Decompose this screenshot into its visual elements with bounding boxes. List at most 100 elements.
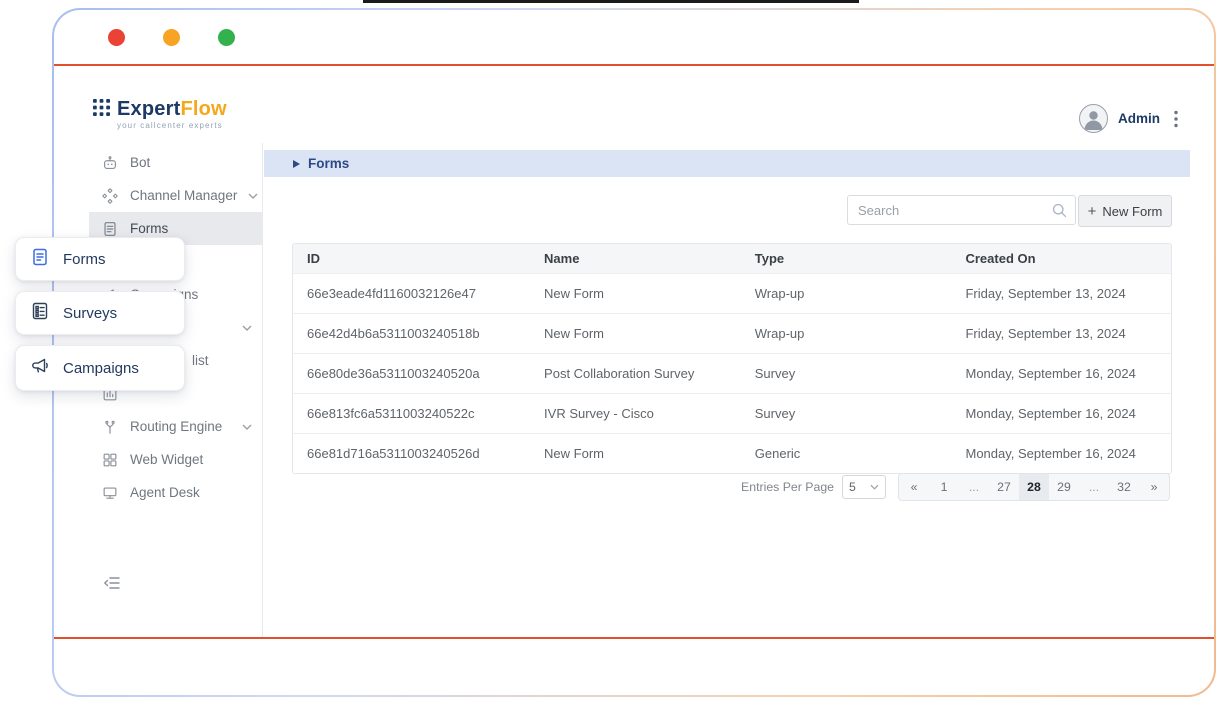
cell-name: IVR Survey - Cisco xyxy=(530,406,741,421)
entries-per-page-label: Entries Per Page xyxy=(741,480,834,494)
chevron-down-icon xyxy=(242,325,252,331)
logo-text: ExpertFlow your callcenter experts xyxy=(117,99,227,130)
pager: « 1 ... 27 28 29 ... 32 » xyxy=(898,473,1170,501)
logo-grid-icon xyxy=(93,99,110,121)
callout-surveys[interactable]: Surveys xyxy=(15,291,185,335)
cell-id: 66e42d4b6a5311003240518b xyxy=(293,326,530,341)
column-header-created-on[interactable]: Created On xyxy=(951,251,1171,266)
agent-desk-icon xyxy=(101,484,119,502)
web-widget-icon xyxy=(101,451,119,469)
logo-tagline: your callcenter experts xyxy=(117,122,227,130)
callout-label: Campaigns xyxy=(63,360,139,377)
expertflow-logo[interactable]: ExpertFlow your callcenter experts xyxy=(93,99,227,130)
table-row[interactable]: 66e81d716a5311003240526d New Form Generi… xyxy=(293,433,1171,473)
maximize-window-button[interactable] xyxy=(218,29,235,46)
table-row[interactable]: 66e3eade4fd1160032126e47 New Form Wrap-u… xyxy=(293,273,1171,313)
app-content: ExpertFlow your callcenter experts Admin xyxy=(56,66,1216,637)
cell-type: Wrap-up xyxy=(741,286,952,301)
pager-next-button[interactable]: » xyxy=(1139,474,1169,500)
callout-label: Forms xyxy=(63,251,106,268)
sidebar-item-label: Forms xyxy=(130,221,168,236)
callout-campaigns[interactable]: Campaigns xyxy=(15,345,185,391)
callout-forms[interactable]: Forms xyxy=(15,237,185,281)
user-menu: Admin xyxy=(1079,104,1182,133)
pagination: Entries Per Page 5 « 1 ... 27 28 29 ... … xyxy=(741,473,1170,501)
cell-created-on: Monday, September 16, 2024 xyxy=(951,406,1171,421)
breadcrumb: Forms xyxy=(264,150,1190,177)
cell-id: 66e813fc6a5311003240522c xyxy=(293,406,530,421)
sidebar-item-channel-manager[interactable]: Channel Manager xyxy=(89,179,262,212)
sidebar-item-label: Channel Manager xyxy=(130,188,237,203)
screen-top-edge xyxy=(363,0,859,3)
window-controls xyxy=(108,29,235,46)
new-form-button-label: New Form xyxy=(1102,204,1162,219)
sidebar-item-label: Web Widget xyxy=(130,452,203,467)
column-header-id[interactable]: ID xyxy=(293,251,530,266)
cell-created-on: Friday, September 13, 2024 xyxy=(951,326,1171,341)
minimize-window-button[interactable] xyxy=(163,29,180,46)
cell-type: Generic xyxy=(741,446,952,461)
table-row[interactable]: 66e42d4b6a5311003240518b New Form Wrap-u… xyxy=(293,313,1171,353)
cell-name: Post Collaboration Survey xyxy=(530,366,741,381)
page-button[interactable]: 32 xyxy=(1109,474,1139,500)
user-label: Admin xyxy=(1118,111,1160,126)
search-icon xyxy=(1051,202,1068,224)
sidebar-item-agent-desk[interactable]: Agent Desk xyxy=(89,476,262,509)
kebab-menu-icon[interactable] xyxy=(1170,108,1182,130)
column-header-type[interactable]: Type xyxy=(741,251,952,266)
cell-id: 66e80de36a5311003240520a xyxy=(293,366,530,381)
chevron-down-icon xyxy=(242,424,252,430)
table-row[interactable]: 66e80de36a5311003240520a Post Collaborat… xyxy=(293,353,1171,393)
sidebar-item-label: Routing Engine xyxy=(130,419,222,434)
breadcrumb-label[interactable]: Forms xyxy=(308,156,349,171)
survey-icon xyxy=(30,301,50,326)
cell-name: New Form xyxy=(530,286,741,301)
bot-icon xyxy=(101,154,119,172)
pager-prev-button[interactable]: « xyxy=(899,474,929,500)
sidebar-item-label: Agent Desk xyxy=(130,485,200,500)
column-header-name[interactable]: Name xyxy=(530,251,741,266)
table-header: ID Name Type Created On xyxy=(293,244,1171,273)
logo-text-secondary: Flow xyxy=(180,98,226,120)
close-window-button[interactable] xyxy=(108,29,125,46)
chevron-down-icon xyxy=(870,484,879,490)
search-box xyxy=(847,195,1076,225)
campaign-icon xyxy=(30,356,50,381)
plus-icon: + xyxy=(1088,204,1097,219)
cell-name: New Form xyxy=(530,446,741,461)
page-button[interactable]: 29 xyxy=(1049,474,1079,500)
entries-per-page-select[interactable]: 5 xyxy=(842,475,886,499)
sidebar-item-routing-engine[interactable]: Routing Engine xyxy=(89,410,262,443)
cell-created-on: Monday, September 16, 2024 xyxy=(951,446,1171,461)
forms-table: ID Name Type Created On 66e3eade4fd11600… xyxy=(292,243,1172,474)
page-button[interactable]: 27 xyxy=(989,474,1019,500)
cell-created-on: Monday, September 16, 2024 xyxy=(951,366,1171,381)
sidebar-item-web-widget[interactable]: Web Widget xyxy=(89,443,262,476)
channel-manager-icon xyxy=(101,187,119,205)
forms-icon xyxy=(101,220,119,238)
cell-id: 66e81d716a5311003240526d xyxy=(293,446,530,461)
cell-type: Survey xyxy=(741,406,952,421)
cell-name: New Form xyxy=(530,326,741,341)
pager-ellipsis: ... xyxy=(1079,474,1109,500)
breadcrumb-arrow-icon xyxy=(293,160,300,168)
search-input[interactable] xyxy=(847,195,1076,225)
callout-label: Surveys xyxy=(63,305,117,322)
sidebar-item-label: list xyxy=(192,353,209,368)
new-form-button[interactable]: + New Form xyxy=(1078,195,1172,227)
page-button[interactable]: 1 xyxy=(929,474,959,500)
browser-window-frame: ExpertFlow your callcenter experts Admin xyxy=(52,8,1216,697)
cell-id: 66e3eade4fd1160032126e47 xyxy=(293,286,530,301)
cell-type: Wrap-up xyxy=(741,326,952,341)
table-row[interactable]: 66e813fc6a5311003240522c IVR Survey - Ci… xyxy=(293,393,1171,433)
page-button-active[interactable]: 28 xyxy=(1019,474,1049,500)
collapse-sidebar-icon[interactable] xyxy=(100,571,124,595)
logo-text-primary: Expert xyxy=(117,98,180,120)
form-icon xyxy=(30,247,50,272)
footer-divider-line xyxy=(54,637,1214,639)
cell-type: Survey xyxy=(741,366,952,381)
avatar[interactable] xyxy=(1079,104,1108,133)
sidebar-item-bot[interactable]: Bot xyxy=(89,146,262,179)
cell-created-on: Friday, September 13, 2024 xyxy=(951,286,1171,301)
pager-ellipsis: ... xyxy=(959,474,989,500)
